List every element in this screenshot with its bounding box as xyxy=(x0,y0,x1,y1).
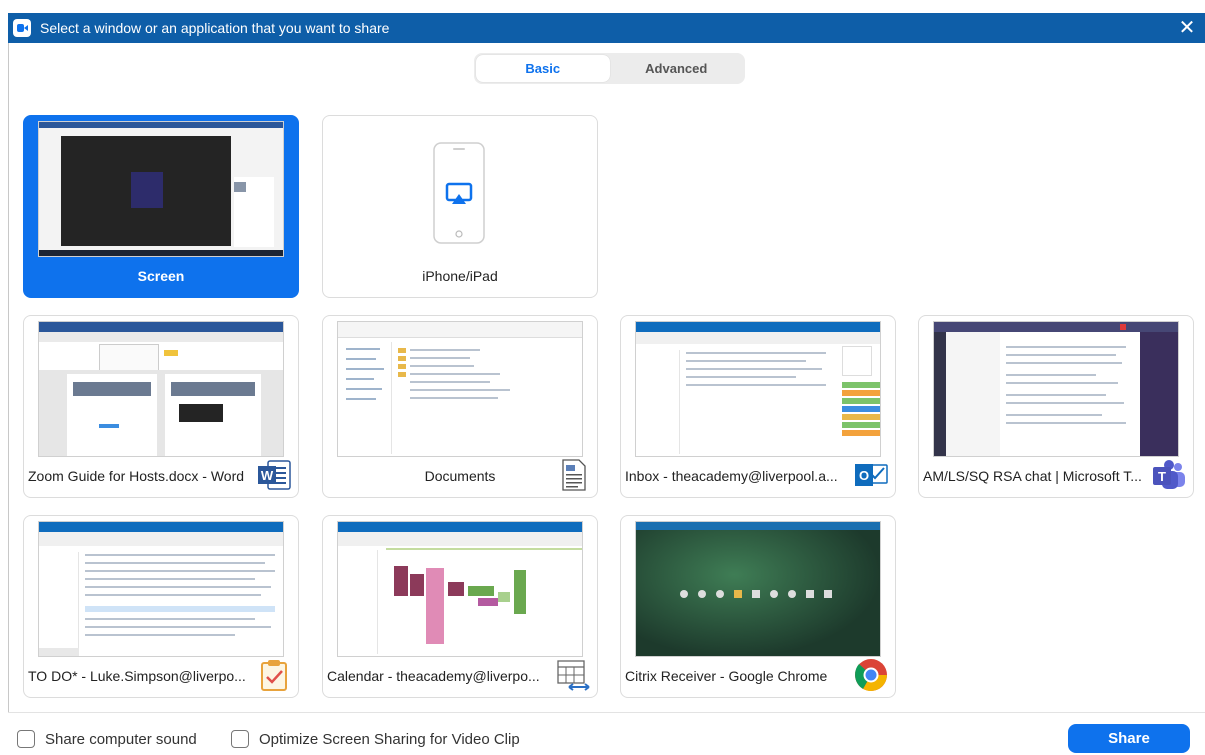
teams-icon: T xyxy=(1153,460,1185,489)
card-label: Screen xyxy=(137,268,185,284)
share-button[interactable]: Share xyxy=(1068,724,1190,753)
citrix-thumbnail xyxy=(635,521,881,657)
share-option-todo[interactable]: TO DO* - Luke.Simpson@liverpo... xyxy=(23,515,299,698)
svg-text:O: O xyxy=(859,468,869,483)
share-option-calendar[interactable]: Calendar - theacademy@liverpo... xyxy=(322,515,598,698)
share-sound-checkbox[interactable]: Share computer sound xyxy=(17,730,197,748)
share-sound-label: Share computer sound xyxy=(45,730,197,748)
explorer-thumbnail xyxy=(337,321,583,457)
optimize-video-label: Optimize Screen Sharing for Video Clip xyxy=(259,730,520,748)
svg-text:T: T xyxy=(1158,469,1166,484)
share-option-documents[interactable]: Documents xyxy=(322,315,598,498)
card-label: iPhone/iPad xyxy=(422,268,498,284)
share-mode-tabs: Basic Advanced xyxy=(474,53,745,84)
close-icon[interactable]: ✕ xyxy=(1175,16,1199,40)
share-option-iphone-ipad[interactable]: iPhone/iPad xyxy=(322,115,598,298)
word-thumbnail xyxy=(38,321,284,457)
tasks-icon xyxy=(261,660,287,691)
outlook-icon: O xyxy=(855,464,888,486)
calendar-thumbnail xyxy=(337,521,583,657)
teams-thumbnail xyxy=(933,321,1179,457)
calendar-icon xyxy=(557,660,590,691)
optimize-video-checkbox[interactable]: Optimize Screen Sharing for Video Clip xyxy=(231,730,520,748)
document-icon xyxy=(562,459,586,491)
word-icon: W xyxy=(258,460,291,490)
title-bar: Select a window or an application that y… xyxy=(8,13,1205,43)
zoom-app-icon xyxy=(13,19,31,37)
svg-text:W: W xyxy=(261,468,274,483)
window-title: Select a window or an application that y… xyxy=(40,20,390,36)
share-option-word-doc[interactable]: Zoom Guide for Hosts.docx - Word W xyxy=(23,315,299,498)
share-option-outlook-inbox[interactable]: Inbox - theacademy@liverpool.a... O xyxy=(620,315,896,498)
outlook-thumbnail xyxy=(635,321,881,457)
tab-advanced[interactable]: Advanced xyxy=(610,55,744,82)
tab-basic[interactable]: Basic xyxy=(476,55,610,82)
todo-thumbnail xyxy=(38,521,284,657)
checkbox-box[interactable] xyxy=(231,730,249,748)
checkbox-box[interactable] xyxy=(17,730,35,748)
chrome-icon xyxy=(855,659,887,691)
screen-thumbnail xyxy=(38,121,284,257)
share-option-teams-chat[interactable]: AM/LS/SQ RSA chat | Microsoft T... T xyxy=(918,315,1194,498)
share-option-screen[interactable]: Screen xyxy=(23,115,299,298)
share-option-citrix-chrome[interactable]: Citrix Receiver - Google Chrome xyxy=(620,515,896,698)
iphone-airplay-icon xyxy=(433,142,485,244)
